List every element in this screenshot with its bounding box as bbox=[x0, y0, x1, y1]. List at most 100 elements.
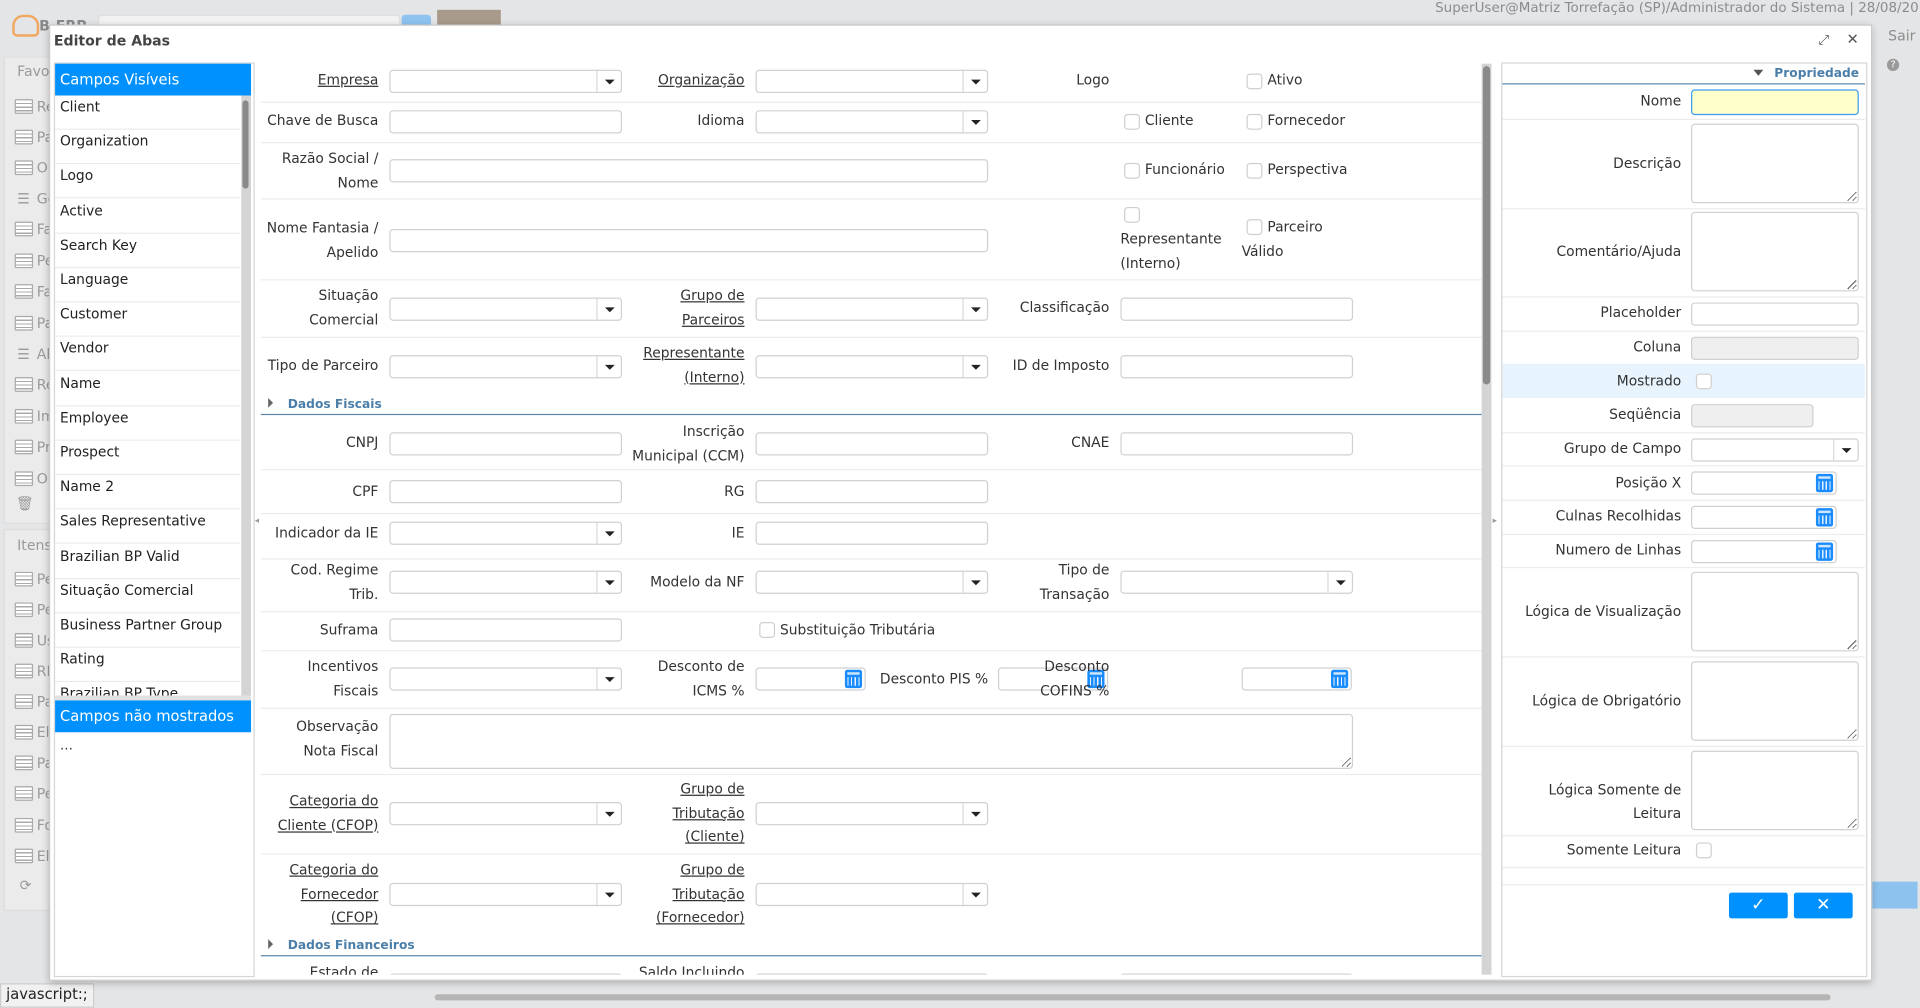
sequencia-label: Seqüência bbox=[1609, 406, 1682, 423]
logica-visualizacao-textarea[interactable] bbox=[1691, 571, 1859, 652]
maximize-icon[interactable]: ⤢ bbox=[1818, 32, 1829, 49]
cod-regime-select[interactable] bbox=[389, 570, 623, 594]
collapse-icon[interactable] bbox=[1753, 69, 1764, 76]
cnae-input[interactable] bbox=[1120, 432, 1354, 456]
saldo-input[interactable] bbox=[755, 973, 989, 975]
ativo-checkbox[interactable] bbox=[1246, 73, 1263, 90]
financial-input[interactable] bbox=[1120, 973, 1354, 975]
obs-nf-textarea[interactable] bbox=[389, 713, 1354, 769]
modelo-nf-select[interactable] bbox=[755, 570, 989, 594]
grupo-trib-cliente-select[interactable] bbox=[755, 802, 989, 826]
idioma-label: Idioma bbox=[697, 112, 745, 129]
chevron-down-icon bbox=[962, 803, 986, 825]
colunas-recolhidas-input[interactable] bbox=[1691, 505, 1837, 529]
suframa-label: Suframa bbox=[319, 622, 379, 638]
logica-somente-leitura-textarea[interactable] bbox=[1691, 750, 1859, 831]
comentario-textarea[interactable] bbox=[1691, 211, 1859, 292]
cpf-label: CPF bbox=[352, 483, 379, 500]
mostrado-checkbox[interactable] bbox=[1695, 373, 1712, 390]
section-dados-fiscais[interactable]: Dados Fiscais bbox=[288, 398, 382, 411]
cliente-checkbox[interactable] bbox=[1124, 113, 1141, 130]
grupo-campo-select[interactable] bbox=[1691, 438, 1859, 462]
classificacao-label: Classificação bbox=[1019, 300, 1110, 316]
cat-cliente-label[interactable]: Categoria do Cliente (CFOP) bbox=[261, 790, 379, 838]
close-icon[interactable]: ✕ bbox=[1847, 31, 1859, 48]
properties-header[interactable]: Propriedade bbox=[1774, 67, 1859, 80]
section-expand-icon[interactable] bbox=[268, 397, 274, 408]
calculator-icon[interactable] bbox=[1815, 473, 1834, 493]
representante-select[interactable] bbox=[755, 355, 989, 379]
idioma-select[interactable] bbox=[755, 110, 989, 134]
placeholder-input[interactable] bbox=[1691, 302, 1859, 326]
cat-fornecedor-select[interactable] bbox=[389, 882, 623, 907]
representante-label[interactable]: Representante (Interno) bbox=[612, 342, 744, 390]
grupo-trib-cliente-label[interactable]: Grupo de Tributação (Cliente) bbox=[612, 778, 745, 850]
grupo-parceiros-label[interactable]: Grupo de Parceiros bbox=[612, 284, 744, 332]
somente-leitura-checkbox[interactable] bbox=[1695, 842, 1712, 859]
placeholder-label: Placeholder bbox=[1600, 304, 1682, 321]
calculator-icon[interactable] bbox=[1815, 542, 1834, 561]
cat-cliente-select[interactable] bbox=[389, 802, 623, 826]
cod-regime-label: Cod. Regime Trib. bbox=[290, 562, 379, 602]
fornecedor-checkbox[interactable] bbox=[1246, 113, 1263, 130]
sequencia-input bbox=[1691, 404, 1814, 428]
representante-checkbox[interactable] bbox=[1124, 206, 1141, 223]
nome-input[interactable] bbox=[1691, 89, 1859, 116]
logout-link[interactable]: Sair bbox=[1888, 27, 1915, 44]
posicao-x-input[interactable] bbox=[1691, 471, 1837, 495]
collapse-right-icon[interactable]: ▸ bbox=[1493, 516, 1497, 526]
mostrado-label: Mostrado bbox=[1616, 373, 1682, 390]
organizacao-select[interactable] bbox=[755, 69, 989, 94]
logica-obrigatorio-textarea[interactable] bbox=[1691, 661, 1859, 741]
organizacao-label[interactable]: Organização bbox=[612, 69, 744, 93]
inscricao-municipal-input[interactable] bbox=[755, 432, 989, 456]
section-dados-financeiros[interactable]: Dados Financeiros bbox=[288, 939, 415, 952]
ok-button[interactable]: ✓ bbox=[1728, 892, 1788, 919]
numero-linhas-input[interactable] bbox=[1691, 540, 1837, 564]
help-icon[interactable]: ? bbox=[1886, 58, 1900, 72]
tipo-parceiro-select[interactable] bbox=[389, 355, 623, 379]
horizontal-scrollbar[interactable] bbox=[434, 994, 1831, 1001]
logica-obrigatorio-label: Lógica de Obrigatório bbox=[1532, 693, 1682, 709]
desconto-icms-label: Desconto de ICMS % bbox=[657, 658, 745, 699]
id-imposto-input[interactable] bbox=[1120, 355, 1354, 379]
tipo-transacao-select[interactable] bbox=[1120, 570, 1354, 594]
funcionario-checkbox[interactable] bbox=[1124, 162, 1141, 179]
comentario-label: Comentário/Ajuda bbox=[1556, 243, 1682, 260]
nome-fantasia-input[interactable] bbox=[389, 228, 989, 253]
cancel-button[interactable]: ✕ bbox=[1793, 892, 1853, 919]
form-scroll-thumb[interactable] bbox=[1482, 66, 1491, 385]
empresa-select[interactable] bbox=[389, 69, 623, 94]
parceiro-valido-checkbox[interactable] bbox=[1246, 219, 1263, 236]
grupo-trib-fornecedor-label[interactable]: Grupo de Tributação (Fornecedor) bbox=[612, 858, 745, 930]
indicador-ie-select[interactable] bbox=[389, 521, 623, 545]
razao-social-input[interactable] bbox=[389, 159, 989, 183]
grupo-trib-fornecedor-select[interactable] bbox=[755, 882, 989, 907]
desconto-icms-input[interactable] bbox=[755, 667, 866, 691]
somente-leitura-label: Somente Leitura bbox=[1566, 842, 1682, 859]
screen: B-ERP SuperUser@Matriz Torrefação (SP)/A… bbox=[0, 0, 1920, 1008]
empresa-label[interactable]: Empresa bbox=[261, 69, 379, 93]
desconto-cofins-input[interactable] bbox=[1241, 667, 1352, 691]
suframa-input[interactable] bbox=[389, 618, 623, 642]
cpf-input[interactable] bbox=[389, 480, 623, 504]
calculator-icon[interactable] bbox=[1815, 508, 1834, 527]
chave-busca-input[interactable] bbox=[389, 110, 623, 134]
form-preview: Empresa Organização Logo Ativo Chave de … bbox=[0, 0, 1482, 975]
x-icon: ✕ bbox=[1816, 895, 1831, 915]
situacao-comercial-select[interactable] bbox=[389, 297, 623, 321]
classificacao-input[interactable] bbox=[1120, 297, 1354, 321]
perspectiva-checkbox[interactable] bbox=[1246, 162, 1263, 179]
cat-fornecedor-label[interactable]: Categoria do Fornecedor (CFOP) bbox=[261, 858, 378, 930]
calculator-icon[interactable] bbox=[1331, 669, 1349, 689]
ie-input[interactable] bbox=[755, 521, 989, 545]
descricao-textarea[interactable] bbox=[1691, 123, 1859, 204]
substituicao-checkbox[interactable] bbox=[759, 622, 776, 638]
rg-input[interactable] bbox=[755, 480, 989, 504]
grupo-parceiros-select[interactable] bbox=[755, 297, 989, 321]
section-expand-icon[interactable] bbox=[268, 939, 274, 949]
perspectiva-label: Perspectiva bbox=[1267, 161, 1348, 178]
incentivos-select[interactable] bbox=[389, 667, 623, 691]
estado-input[interactable] bbox=[389, 973, 623, 975]
cnpj-input[interactable] bbox=[389, 432, 623, 456]
